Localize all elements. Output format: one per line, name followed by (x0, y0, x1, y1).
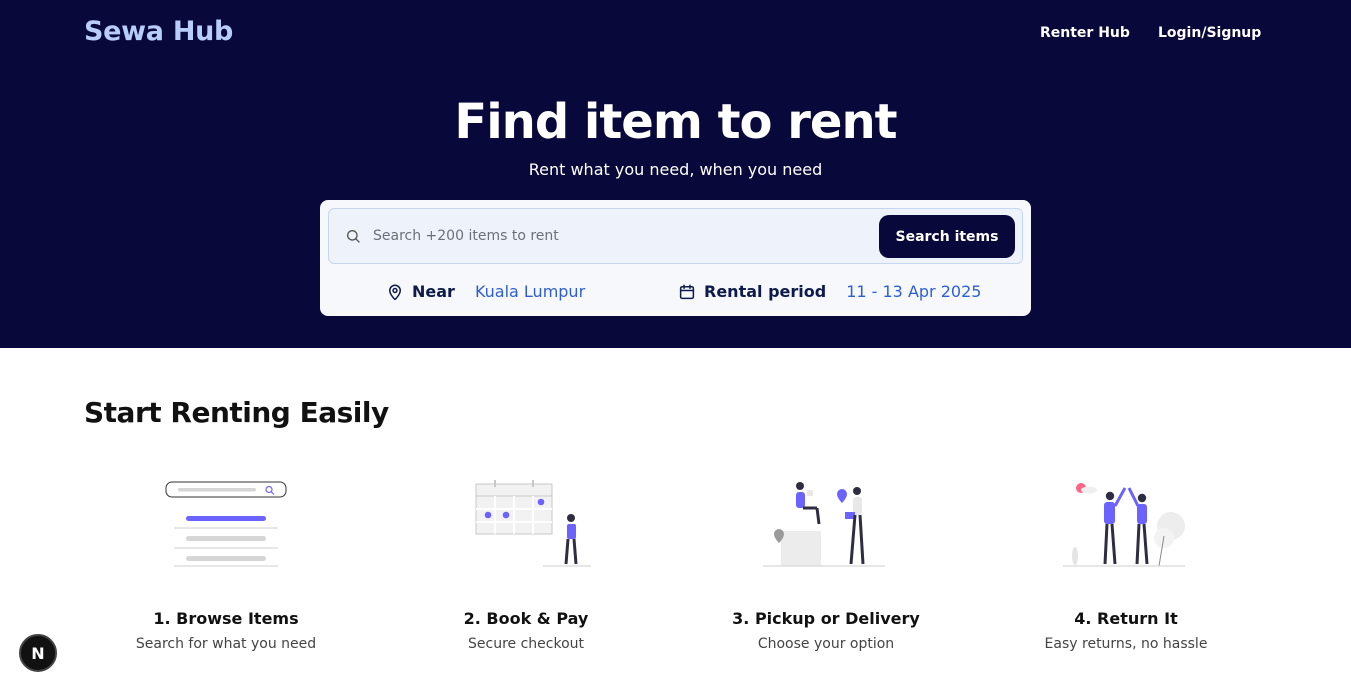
step-description: Choose your option (757, 636, 895, 652)
location-filter[interactable]: Near Kuala Lumpur (386, 282, 585, 301)
map-pin-icon (389, 284, 401, 300)
calendar-icon (679, 284, 695, 299)
search-input[interactable] (373, 219, 873, 253)
step-title: 2. Book & Pay (463, 609, 589, 628)
step-description: Search for what you need (135, 636, 317, 652)
location-label: Near (412, 282, 455, 301)
hero-banner: Sewa Hub Renter Hub Login/Signup Find it… (0, 0, 1351, 348)
nav-login-signup[interactable]: Login/Signup (1158, 25, 1261, 41)
rental-period-filter[interactable]: Rental period 11 - 13 Apr 2025 (678, 282, 981, 301)
search-card: Search items Near Kuala Lumpur Rental pe… (320, 200, 1031, 316)
calendar-booking-illustration-icon (475, 480, 591, 567)
search-bar: Search items (328, 208, 1023, 264)
step-browse-items: 1. Browse Items Search for what you need (76, 476, 376, 652)
step-title: 1. Browse Items (153, 609, 299, 628)
n-badge-icon[interactable]: N (19, 634, 57, 672)
rental-period-label: Rental period (704, 282, 827, 301)
nav-renter-hub[interactable]: Renter Hub (1040, 25, 1130, 41)
rental-period-value[interactable]: 11 - 13 Apr 2025 (846, 282, 981, 301)
step-description: Easy returns, no hassle (1044, 636, 1208, 652)
section-title: Start Renting Easily (84, 396, 389, 429)
step-title: 3. Pickup or Delivery (732, 609, 920, 628)
search-items-button[interactable]: Search items (879, 215, 1015, 258)
high-five-illustration-icon (1063, 483, 1185, 567)
step-description: Secure checkout (468, 636, 584, 652)
browse-illustration-icon (165, 481, 287, 567)
location-value[interactable]: Kuala Lumpur (475, 282, 585, 301)
hero-title: Find item to rent (454, 94, 897, 150)
brand-logo[interactable]: Sewa Hub (84, 16, 233, 47)
step-return-it: 4. Return It Easy returns, no hassle (976, 476, 1276, 652)
step-book-pay: 2. Book & Pay Secure checkout (376, 476, 676, 652)
step-title: 4. Return It (1074, 609, 1178, 628)
step-pickup-delivery: 3. Pickup or Delivery Choose your option (676, 476, 976, 652)
hero-subtitle: Rent what you need, when you need (528, 160, 823, 179)
delivery-illustration-icon (763, 482, 885, 567)
search-icon (347, 230, 360, 243)
